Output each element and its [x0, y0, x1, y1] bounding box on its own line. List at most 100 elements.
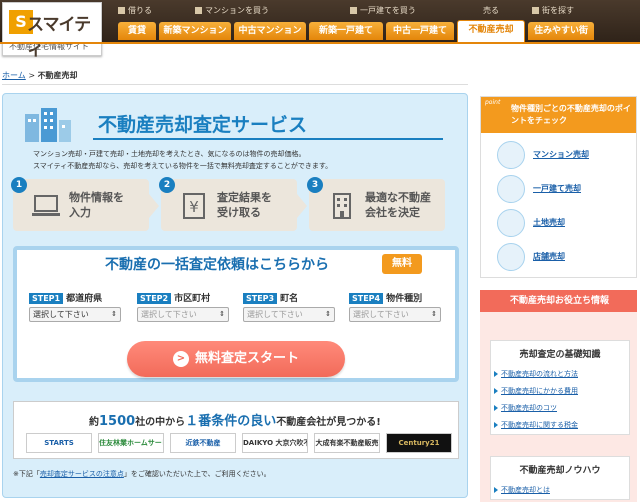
breadcrumb: ホーム > 不動産売却: [2, 70, 78, 81]
tab-new-mansion[interactable]: 新築マンション: [159, 22, 231, 40]
laptop-icon: [32, 195, 60, 216]
step-arrow-icon: [149, 194, 159, 218]
partners-pre: 約: [89, 417, 99, 428]
mansion-icon: [497, 141, 525, 169]
town-select[interactable]: 選択して下さい ⇕: [243, 307, 335, 322]
side-item-land-sale[interactable]: 土地売却: [497, 209, 637, 237]
notice-link[interactable]: 売却査定サービスの注意点: [40, 470, 124, 478]
partners-headline: 約1500社の中から１番条件の良い不動産会社が見つかる!: [89, 410, 381, 429]
tab-rent[interactable]: 賃貸: [118, 22, 156, 40]
house-icon: [497, 175, 525, 203]
topnav-label: 売る: [483, 6, 499, 15]
bullet-icon: [532, 7, 539, 14]
office-building-icon: [333, 193, 351, 219]
select-value: 選択して下さい: [33, 310, 89, 319]
topnav-label: 借りる: [128, 6, 152, 15]
description-line-2: スマイティ不動産売却なら、売却を考えている物件を一括で無料売却査定することができ…: [33, 162, 333, 170]
partner-logo-kintetsu: 近鉄不動産: [170, 433, 236, 453]
tab-used-mansion[interactable]: 中古マンション: [234, 22, 306, 40]
point-badge: point: [485, 99, 501, 106]
start-button-label: 無料査定スタート: [194, 351, 299, 366]
step4-label: STEP4 物件種別: [349, 291, 422, 304]
info-link[interactable]: 不動産売却に関する税金: [491, 417, 629, 434]
step1-label: STEP1 都道府県: [29, 291, 102, 304]
topnav-label: 街を探す: [542, 6, 574, 15]
yen-document-icon: ¥: [183, 193, 205, 219]
bullet-icon: [118, 7, 125, 14]
step-number: 3: [307, 177, 323, 193]
step-text: 査定結果を 受け取る: [217, 191, 272, 219]
property-type-select[interactable]: 選択して下さい ⇕: [349, 307, 441, 322]
step-badge: STEP2: [137, 293, 172, 304]
topnav-find-town[interactable]: 街を探す: [532, 5, 574, 16]
free-badge: 無料: [382, 254, 422, 274]
prefecture-select[interactable]: 選択して下さい ⇕: [29, 307, 121, 322]
site-logo[interactable]: S スマイティ 不動産住宅情報サイト: [2, 2, 102, 60]
tab-livable-town[interactable]: 住みやすい街: [528, 22, 594, 40]
process-step-3: 3 最適な不動産 会社を決定: [307, 177, 445, 231]
knowhow-title: 不動産売却ノウハウ: [519, 466, 601, 476]
step-badge: STEP3: [243, 293, 278, 304]
partner-logo-taisei: 大成有楽不動産販売: [314, 433, 380, 453]
select-value: 選択して下さい: [141, 310, 197, 319]
points-header: 物件種別ごとの不動産売却のポイントをチェック: [481, 97, 636, 133]
topnav-buy-house[interactable]: 一戸建てを買う: [350, 5, 416, 16]
side-item-house-sale[interactable]: 一戸建て売却: [497, 175, 637, 203]
info-link[interactable]: 不動産売却の流れと方法: [491, 366, 629, 383]
notice-post: 」をご確認いただいた上で、ご利用ください。: [123, 470, 271, 478]
side-item-label: 一戸建て売却: [533, 184, 581, 193]
step3-label: STEP3 町名: [243, 291, 298, 304]
step-badge: STEP4: [349, 293, 384, 304]
step-text: 最適な不動産 会社を決定: [365, 191, 431, 219]
step-number: 2: [159, 177, 175, 193]
side-item-label: 土地売却: [533, 218, 565, 227]
chevron-updown-icon: ⇕: [219, 310, 225, 318]
step-number: 1: [11, 177, 27, 193]
city-select[interactable]: 選択して下さい ⇕: [137, 307, 229, 322]
arrow-circle-icon: >: [172, 351, 189, 367]
side-item-store-sale[interactable]: 店舗売却: [497, 243, 637, 271]
logo-name: スマイティ: [27, 15, 91, 60]
step-label-text: 都道府県: [66, 294, 103, 304]
step-badge: STEP1: [29, 293, 64, 304]
process-step-1: 1 物件情報を 入力: [11, 177, 149, 231]
info-link[interactable]: 不動産売却にかかる費用: [491, 383, 629, 400]
step-label-text: 物件種別: [386, 294, 423, 304]
partners-count: 1500: [99, 414, 136, 429]
divider: [2, 84, 468, 85]
topnav-sell[interactable]: 売る: [483, 5, 499, 16]
side-item-label: マンション売却: [533, 150, 589, 159]
buildings-icon: [25, 108, 71, 142]
tab-new-house[interactable]: 新築一戸建て: [309, 22, 383, 40]
partners-emphasis: １番条件の良い: [185, 414, 277, 429]
bullet-icon: [350, 7, 357, 14]
useful-info-header: 不動産売却お役立ち情報: [480, 290, 637, 312]
partner-companies-panel: 約1500社の中から１番条件の良い不動産会社が見つかる! STARTS 住友林業…: [13, 401, 459, 459]
tree-icon: [497, 209, 525, 237]
tab-used-house[interactable]: 中古一戸建て: [386, 22, 454, 40]
sale-service-panel: 不動産売却査定サービス マンション売却・戸建て売却・土地売却を考えたとき、気にな…: [2, 93, 468, 498]
page-title: 不動産売却査定サービス: [98, 114, 308, 136]
useful-info-panel: 売却査定の基礎知識 不動産売却の流れと方法 不動産売却にかかる費用 不動産売却の…: [480, 312, 637, 502]
info-link[interactable]: 不動産売却のコツ: [491, 400, 629, 417]
notice-pre: ※下記「: [13, 470, 40, 478]
notice-text: ※下記「売却査定サービスの注意点」をご確認いただいた上で、ご利用ください。: [13, 469, 271, 479]
chevron-updown-icon: ⇕: [325, 310, 331, 318]
free-appraisal-start-button[interactable]: > 無料査定スタート: [127, 341, 345, 377]
step-text: 物件情報を 入力: [69, 191, 124, 219]
info-link[interactable]: 不動産売却とは: [491, 482, 629, 499]
topnav-label: 一戸建てを買う: [360, 6, 416, 15]
basics-title: 売却査定の基礎知識: [519, 350, 601, 360]
topnav-rent[interactable]: 借りる: [118, 5, 152, 16]
side-item-label: 店舗売却: [533, 252, 565, 261]
step-label-text: 町名: [280, 294, 299, 304]
partner-logo-daikyo: DAIKYO 大京穴吹不動産: [242, 433, 308, 453]
topnav-buy-mansion[interactable]: マンションを買う: [195, 5, 269, 16]
breadcrumb-current: 不動産売却: [37, 71, 78, 80]
store-icon: [497, 243, 525, 271]
breadcrumb-home-link[interactable]: ホーム: [2, 71, 26, 80]
side-item-mansion-sale[interactable]: マンション売却: [497, 141, 637, 169]
tab-real-estate-sale[interactable]: 不動産売却: [457, 20, 525, 42]
partner-logo-sumitomo: 住友林業ホームサービス: [98, 433, 164, 453]
svg-text:¥: ¥: [189, 198, 199, 216]
